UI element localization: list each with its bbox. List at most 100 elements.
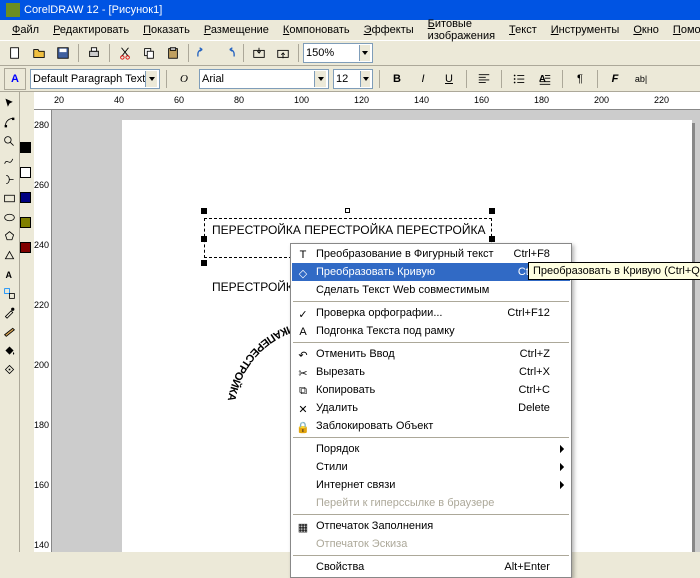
- zoom-combo[interactable]: [303, 43, 373, 63]
- ctx-label: Свойства: [316, 561, 364, 573]
- underline-button[interactable]: U: [438, 68, 460, 90]
- copy-button[interactable]: [138, 42, 160, 64]
- swatch[interactable]: [20, 142, 31, 153]
- menu-help[interactable]: Помощь: [667, 23, 700, 37]
- style-input[interactable]: [33, 73, 145, 85]
- ctx-item[interactable]: Сделать Текст Web совместимым: [292, 281, 570, 299]
- ctx-item[interactable]: ↶Отменить ВводCtrl+Z: [292, 345, 570, 363]
- menu-arrange[interactable]: Компоновать: [277, 23, 356, 37]
- font-combo[interactable]: [199, 69, 329, 89]
- menu-window[interactable]: Окно: [627, 23, 665, 37]
- freehand-tool[interactable]: [0, 151, 18, 169]
- new-button[interactable]: [4, 42, 26, 64]
- dropdown-arrow-icon[interactable]: [314, 71, 326, 87]
- ctx-item[interactable]: ✓Проверка орфографии...Ctrl+F12: [292, 304, 570, 322]
- print-button[interactable]: [83, 42, 105, 64]
- standard-toolbar: [0, 40, 700, 66]
- cut-button[interactable]: [114, 42, 136, 64]
- text-tool-icon[interactable]: A: [4, 68, 26, 90]
- menu-edit[interactable]: Редактировать: [47, 23, 135, 37]
- ellipse-tool[interactable]: [0, 208, 18, 226]
- paste-button[interactable]: [162, 42, 184, 64]
- export-button[interactable]: [272, 42, 294, 64]
- ruler-tick: 20: [54, 95, 64, 105]
- ctx-item[interactable]: ⧉КопироватьCtrl+C: [292, 381, 570, 399]
- dropcap-button[interactable]: A: [534, 68, 556, 90]
- edit-text-button[interactable]: ab|: [630, 68, 652, 90]
- ctx-shortcut: Ctrl+X: [499, 366, 550, 378]
- eyedropper-tool[interactable]: [0, 303, 18, 321]
- interactive-fill-tool[interactable]: [0, 360, 18, 378]
- outline-tool[interactable]: [0, 322, 18, 340]
- ctx-item[interactable]: ✂ВырезатьCtrl+X: [292, 363, 570, 381]
- blend-tool[interactable]: [0, 284, 18, 302]
- menu-icon: [295, 560, 311, 576]
- selection-handle[interactable]: [201, 260, 207, 266]
- save-button[interactable]: [52, 42, 74, 64]
- menu-icon: A: [295, 324, 311, 340]
- selection-handle[interactable]: [345, 208, 350, 213]
- redo-button[interactable]: [217, 42, 239, 64]
- align-left-button[interactable]: [473, 68, 495, 90]
- dropdown-arrow-icon[interactable]: [145, 71, 157, 87]
- menu-layout[interactable]: Размещение: [198, 23, 275, 37]
- ctx-item[interactable]: AПодгонка Текста под рамку: [292, 322, 570, 340]
- ctx-item[interactable]: TПреобразование в Фигурный текстCtrl+F8: [292, 245, 570, 263]
- style-combo[interactable]: [30, 69, 160, 89]
- font-size-input[interactable]: [336, 73, 360, 85]
- menu-icon: ⧉: [295, 383, 311, 399]
- ruler-tick: 40: [114, 95, 124, 105]
- swatch[interactable]: [20, 167, 31, 178]
- undo-button[interactable]: [193, 42, 215, 64]
- ctx-shortcut: Alt+Enter: [484, 561, 550, 573]
- menu-file[interactable]: Файл: [6, 23, 45, 37]
- fill-tool[interactable]: [0, 341, 18, 359]
- text-object-1[interactable]: ПЕРЕСТРОЙКА ПЕРЕСТРОЙКА ПЕРЕСТРОЙКА: [212, 223, 485, 237]
- selection-handle[interactable]: [489, 208, 495, 214]
- ctx-item[interactable]: Стили: [292, 458, 570, 476]
- menu-text[interactable]: Текст: [503, 23, 543, 37]
- rectangle-tool[interactable]: [0, 189, 18, 207]
- menu-effects[interactable]: Эффекты: [358, 23, 420, 37]
- ctx-label: Заблокировать Объект: [316, 420, 433, 432]
- selection-handle[interactable]: [201, 236, 207, 242]
- pick-tool[interactable]: [0, 94, 18, 112]
- menu-bitmaps[interactable]: Битовые изображения: [422, 17, 501, 43]
- ctx-label: Сделать Текст Web совместимым: [316, 284, 489, 296]
- ctx-item[interactable]: ✕УдалитьDelete: [292, 399, 570, 417]
- ctx-item[interactable]: Интернет связи: [292, 476, 570, 494]
- menu-tools[interactable]: Инструменты: [545, 23, 626, 37]
- context-menu: TПреобразование в Фигурный текстCtrl+F8◇…: [290, 243, 572, 578]
- font-size-combo[interactable]: [333, 69, 373, 89]
- bold-button[interactable]: B: [386, 68, 408, 90]
- ctx-item[interactable]: Порядок: [292, 440, 570, 458]
- app-icon: [6, 3, 20, 17]
- bullets-button[interactable]: [508, 68, 530, 90]
- open-button[interactable]: [28, 42, 50, 64]
- ctx-item[interactable]: ▦Отпечаток Заполнения: [292, 517, 570, 535]
- font-input[interactable]: [202, 73, 314, 85]
- ctx-shortcut: Ctrl+F12: [487, 307, 550, 319]
- menu-view[interactable]: Показать: [137, 23, 196, 37]
- zoom-tool[interactable]: [0, 132, 18, 150]
- dropdown-arrow-icon[interactable]: [359, 45, 370, 61]
- format-text-button[interactable]: F: [604, 68, 626, 90]
- ctx-item[interactable]: 🔒Заблокировать Объект: [292, 417, 570, 435]
- swatch[interactable]: [20, 242, 31, 253]
- zoom-input[interactable]: [306, 47, 359, 59]
- swatch[interactable]: [20, 192, 31, 203]
- ctx-item[interactable]: Свойства Alt+Enter: [292, 558, 570, 576]
- italic-button[interactable]: I: [412, 68, 434, 90]
- shape-tool[interactable]: [0, 113, 18, 131]
- smart-draw-tool[interactable]: [0, 170, 18, 188]
- text-tool[interactable]: A: [0, 265, 18, 283]
- selection-handle[interactable]: [201, 208, 207, 214]
- selection-handle[interactable]: [489, 236, 495, 242]
- nonprint-button[interactable]: ¶: [569, 68, 591, 90]
- swatch[interactable]: [20, 217, 31, 228]
- ctx-label: Отпечаток Заполнения: [316, 520, 433, 532]
- polygon-tool[interactable]: [0, 227, 18, 245]
- basic-shapes-tool[interactable]: [0, 246, 18, 264]
- dropdown-arrow-icon[interactable]: [360, 71, 370, 87]
- import-button[interactable]: [248, 42, 270, 64]
